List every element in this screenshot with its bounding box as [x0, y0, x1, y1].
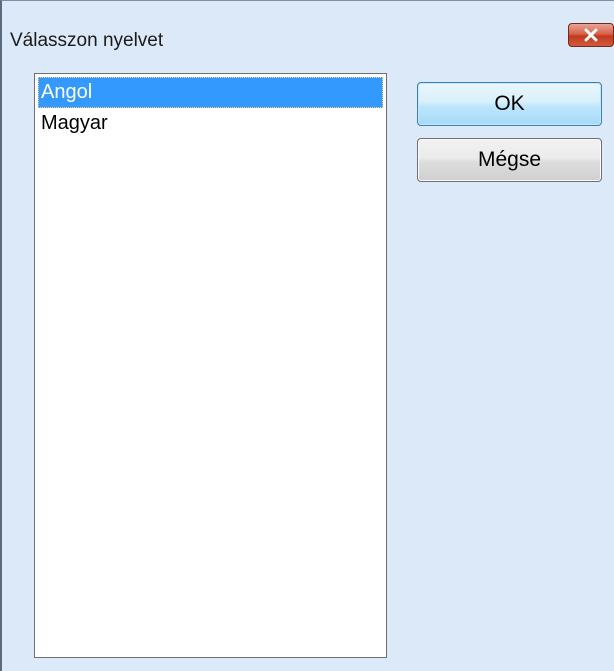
cancel-button[interactable]: Mégse — [417, 138, 602, 182]
list-item-angol[interactable]: Angol — [38, 77, 383, 108]
language-listbox[interactable]: Angol Magyar — [34, 73, 387, 658]
close-icon — [584, 28, 598, 42]
language-dialog: Válasszon nyelvet Angol Magyar OK Mégse — [0, 0, 614, 671]
ok-button[interactable]: OK — [417, 82, 602, 126]
dialog-title: Válasszon nyelvet — [10, 30, 164, 51]
close-button[interactable] — [568, 23, 614, 47]
title-bar[interactable]: Válasszon nyelvet — [2, 1, 614, 59]
list-item-magyar[interactable]: Magyar — [38, 108, 383, 139]
